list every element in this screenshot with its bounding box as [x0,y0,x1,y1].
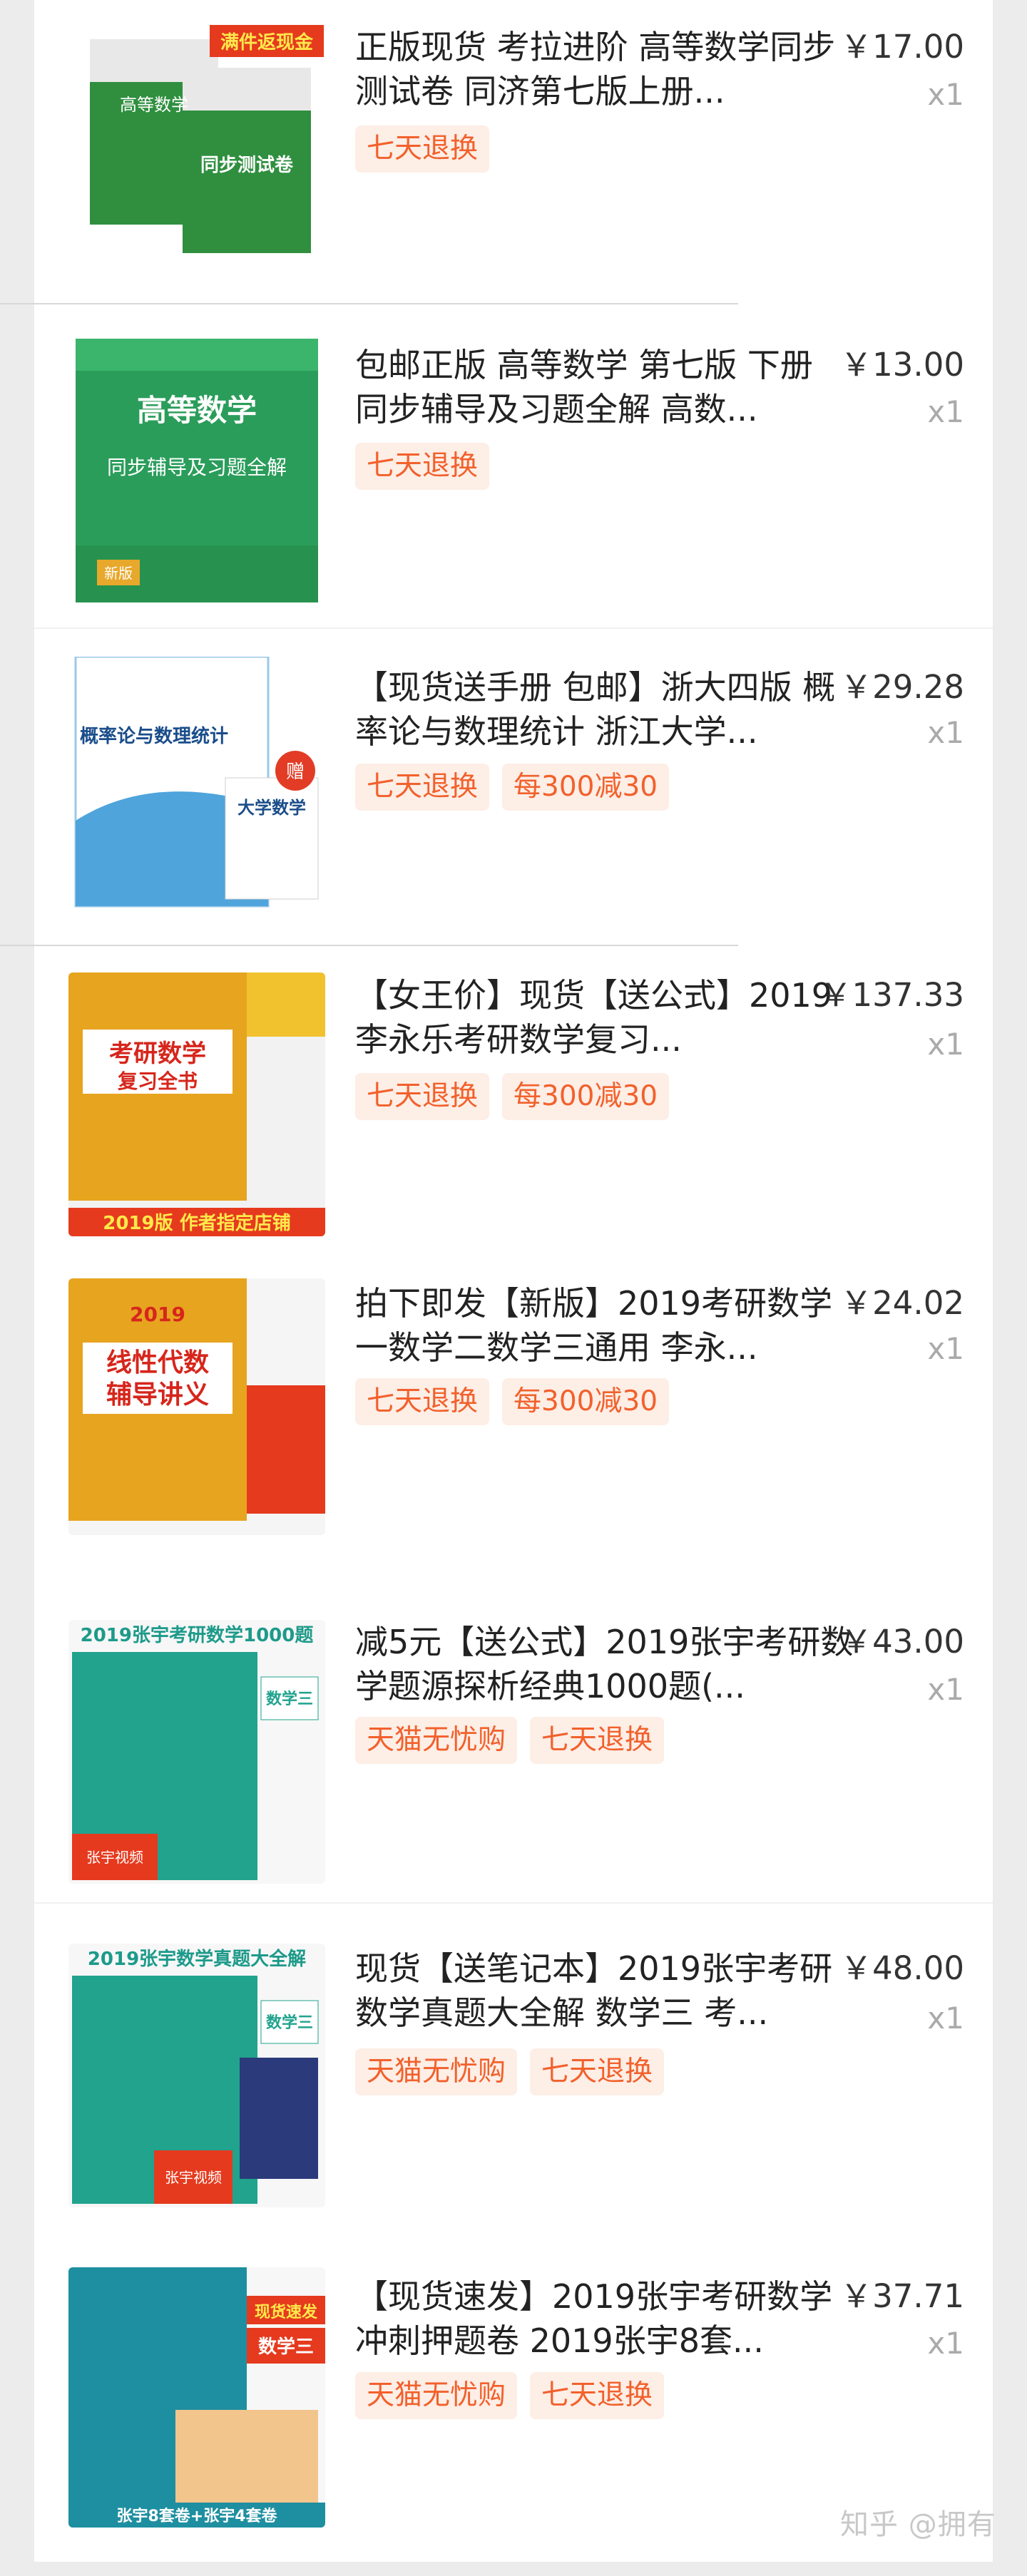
cover-label: 线性代数 [106,1348,209,1377]
product-title[interactable]: 包邮正版 高等数学 第七版 下册 同步辅导及习题全解 高数... [355,343,854,431]
cover-label: 2019版 作者指定店铺 [103,1212,290,1234]
product-quantity: x1 [927,2326,964,2361]
cover-label: 2019 [130,1303,185,1326]
cover-label: 2019张宇数学真题大全解 [88,1948,306,1970]
order-item[interactable]: 考研数学 复习全书 2019版 作者指定店铺 【女王价】现货【送公式】2019李… [34,955,993,1271]
product-quantity: x1 [927,394,964,429]
product-quantity: x1 [927,1027,964,1062]
product-price: ￥43.00 [840,1623,964,1661]
product-quantity: x1 [927,715,964,750]
book-cover-thumbnail[interactable]: 概率论与数理统计 大学数学 赠 [68,657,325,920]
service-tag: 七天退换 [355,125,490,173]
book-cover-thumbnail[interactable]: 线性代数 辅导讲义 2019 [68,1278,325,1535]
cover-label: 考研数学 [109,1040,206,1068]
product-quantity: x1 [927,77,964,112]
service-tag: 七天退换 [355,1073,490,1120]
cover-label: 赠 [286,761,305,783]
order-item[interactable]: 概率论与数理统计 大学数学 赠 【现货送手册 包邮】浙大四版 概率论与数理统计 … [34,637,993,953]
product-price: ￥48.00 [840,1949,964,1987]
service-tags: 天猫无忧购 七天退换 [355,2048,665,2095]
cover-label: 数学三 [258,2336,314,2358]
product-title[interactable]: 现货【送笔记本】2019张宇考研数学真题大全解 数学三 考... [355,1946,854,2035]
cover-label: 数学三 [266,1690,313,1708]
service-tag: 每300减30 [502,1378,670,1425]
product-title[interactable]: 减5元【送公式】2019张宇考研数学题源探析经典1000题(... [355,1620,854,1708]
product-title[interactable]: 正版现货 考拉进阶 高等数学同步测试卷 同济第七版上册... [355,25,854,113]
cover-label: 同步辅导及习题全解 [107,456,287,479]
order-item[interactable]: 高等数学 同步辅导及习题全解 新版 包邮正版 高等数学 第七版 下册 同步辅导及… [34,316,993,632]
book-cover-thumbnail[interactable]: 考研数学 复习全书 2019版 作者指定店铺 [68,973,325,1236]
product-title[interactable]: 【现货送手册 包邮】浙大四版 概率论与数理统计 浙江大学... [355,665,854,754]
service-tag: 七天退换 [530,1717,665,1764]
product-title[interactable]: 【现货速发】2019张宇考研数学冲刺押题卷 2019张宇8套... [355,2274,854,2363]
watermark: 知乎 @拥有 [840,2508,996,2541]
order-item[interactable]: 2019张宇数学真题大全解 数学三 张宇视频 现货【送笔记本】2019张宇考研数… [34,1938,993,2254]
divider [34,627,993,629]
service-tags: 七天退换 [355,125,490,173]
service-tag: 天猫无忧购 [355,2048,518,2095]
service-tags: 七天退换 每300减30 [355,1378,670,1425]
cover-label: 现货速发 [255,2303,318,2321]
service-tags: 天猫无忧购 七天退换 [355,2372,665,2419]
cover-label: 高等数学 [137,393,257,428]
cover-label: 新版 [104,565,133,582]
service-tag: 七天退换 [355,443,490,490]
cover-label: 概率论与数理统计 [80,725,228,747]
cover-label: 辅导讲义 [106,1380,209,1410]
product-price: ￥37.71 [840,2277,964,2315]
cover-label: 满件返现金 [220,31,314,53]
book-cover-thumbnail[interactable]: 满件返现金 高等数学 同步测试卷 [68,0,325,274]
service-tag: 七天退换 [355,1378,490,1425]
service-tag: 七天退换 [530,2372,665,2419]
cover-label: 张宇视频 [86,1849,143,1866]
cover-label: 高等数学 [120,95,188,115]
cover-label: 同步测试卷 [200,154,294,176]
service-tag: 天猫无忧购 [355,2372,518,2419]
service-tag: 天猫无忧购 [355,1717,518,1764]
order-item[interactable]: 2019张宇考研数学1000题 数学三 张宇视频 减5元【送公式】2019张宇考… [34,1604,993,1920]
product-price: ￥137.33 [819,976,964,1014]
product-title[interactable]: 【女王价】现货【送公式】2019李永乐考研数学复习... [355,973,854,1062]
cover-label: 复习全书 [118,1069,198,1093]
service-tags: 七天退换 每300减30 [355,1073,670,1120]
product-quantity: x1 [927,2001,964,2036]
cover-label: 张宇视频 [165,2169,222,2186]
service-tags: 天猫无忧购 七天退换 [355,1717,665,1764]
service-tag: 每300减30 [502,764,670,811]
product-price: ￥29.28 [840,668,964,706]
book-cover-thumbnail[interactable]: 高等数学 同步辅导及习题全解 新版 [68,339,325,602]
cover-label: 张宇8套卷+张宇4套卷 [116,2507,277,2525]
cover-label: 2019张宇考研数学1000题 [81,1624,314,1646]
cover-label: 数学三 [266,2013,313,2032]
divider [0,303,738,304]
divider [0,945,738,946]
product-price: ￥17.00 [840,28,964,66]
divider [34,1902,993,1904]
product-price: ￥24.02 [840,1284,964,1322]
service-tags: 七天退换 [355,443,490,490]
product-quantity: x1 [927,1672,964,1707]
book-cover-thumbnail[interactable]: 现货速发 数学三 张宇8套卷+张宇4套卷 [68,2267,325,2528]
product-quantity: x1 [927,1331,964,1366]
order-item[interactable]: 线性代数 辅导讲义 2019 拍下即发【新版】2019考研数学一数学二数学三通用… [34,1273,993,1589]
cover-label: 大学数学 [237,798,306,818]
product-title[interactable]: 拍下即发【新版】2019考研数学一数学二数学三通用 李永... [355,1281,854,1370]
service-tag: 七天退换 [355,764,490,811]
book-cover-thumbnail[interactable]: 2019张宇考研数学1000题 数学三 张宇视频 [68,1620,325,1884]
product-price: ￥13.00 [840,346,964,384]
service-tags: 七天退换 每300减30 [355,764,670,811]
book-cover-thumbnail[interactable]: 2019张宇数学真题大全解 数学三 张宇视频 [68,1944,325,2207]
service-tag: 每300减30 [502,1073,670,1120]
service-tag: 七天退换 [530,2048,665,2095]
order-item[interactable]: 满件返现金 高等数学 同步测试卷 正版现货 考拉进阶 高等数学同步测试卷 同济第… [34,0,993,316]
